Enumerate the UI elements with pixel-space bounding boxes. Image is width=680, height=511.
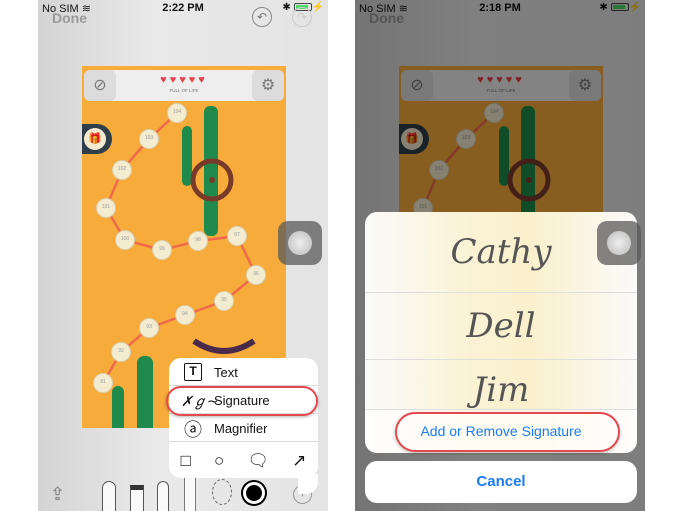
undo-icon[interactable]: ↶ [252,7,272,27]
hearts: ♥♥♥♥♥ [160,74,208,86]
square-icon[interactable]: □ [181,451,191,471]
left-phone-screen: No SIM ≋ 2:22 PM ✱ ⚡ Done ↶ ↷ ⊘ ⚙ ♥♥♥♥♥ … [38,0,328,511]
level-node: 95 [214,291,234,311]
level-node: 94 [175,305,195,325]
assistive-touch-button[interactable] [597,221,641,265]
magnifier-icon: ⓐ [184,420,202,440]
game-top-bar: ⊘ ⚙ ♥♥♥♥♥ FULL OF LIFE [84,70,284,101]
level-node: 103 [139,129,159,149]
menu-item-text[interactable]: T Text [169,358,318,386]
highlight-add-remove [395,412,620,452]
text-box-icon: T [184,363,202,381]
menu-item-label: Text [214,365,238,380]
assistive-touch-button[interactable] [278,221,322,265]
shape-row: □ ○ 🗨 ↗ [169,446,318,476]
level-node: 91 [93,373,113,393]
level-node: 104 [167,103,187,123]
bluetooth-icon: ✱ [282,2,291,13]
level-node: 100 [115,230,135,250]
level-node: 92 [111,342,131,362]
status-overlay [355,0,645,20]
marker-icon[interactable] [130,485,144,511]
menu-item-label: Magnifier [214,421,268,436]
signature-dell[interactable]: Dell [365,293,637,360]
redo-icon[interactable]: ↷ [292,7,312,27]
ruler-icon[interactable] [184,477,196,511]
cancel-button[interactable]: Cancel [365,461,637,503]
share-icon[interactable]: ⇪ [50,484,65,505]
lasso-icon[interactable] [212,479,232,505]
level-node: 98 [188,231,208,251]
menu-item-magnifier[interactable]: ⓐ Magnifier [169,414,318,442]
done-button[interactable]: Done [52,10,87,26]
right-phone-screen: No SIM ≋ 2:18 PM ✱ ⚡ Done ⊘ ⚙ ♥♥♥♥♥ FULL… [355,0,645,511]
gift-icon: 🎁 [82,124,112,154]
level-node: 101 [96,198,116,218]
markup-add-menu: T Text ✗ℊ~ Signature ⓐ Magnifier □ ○ 🗨 ↗ [169,358,318,494]
markup-toolbar: ⇪ + [38,476,328,511]
signature-jim[interactable]: Jim [365,360,637,410]
speech-bubble-icon[interactable]: 🗨 [247,451,269,471]
arrow-icon[interactable]: ↗ [292,451,306,471]
level-node: 97 [227,226,247,246]
level-node: 102 [112,160,132,180]
life-status: FULL OF LIFE [169,88,199,93]
color-picker-icon[interactable] [243,482,265,504]
level-node: 93 [139,318,159,338]
circle-icon[interactable]: ○ [214,451,224,471]
pencil-icon[interactable] [157,481,169,511]
highlight-signature [166,386,318,416]
pen-icon[interactable] [102,481,116,511]
level-node: 96 [246,265,266,285]
level-node: 99 [152,240,172,260]
